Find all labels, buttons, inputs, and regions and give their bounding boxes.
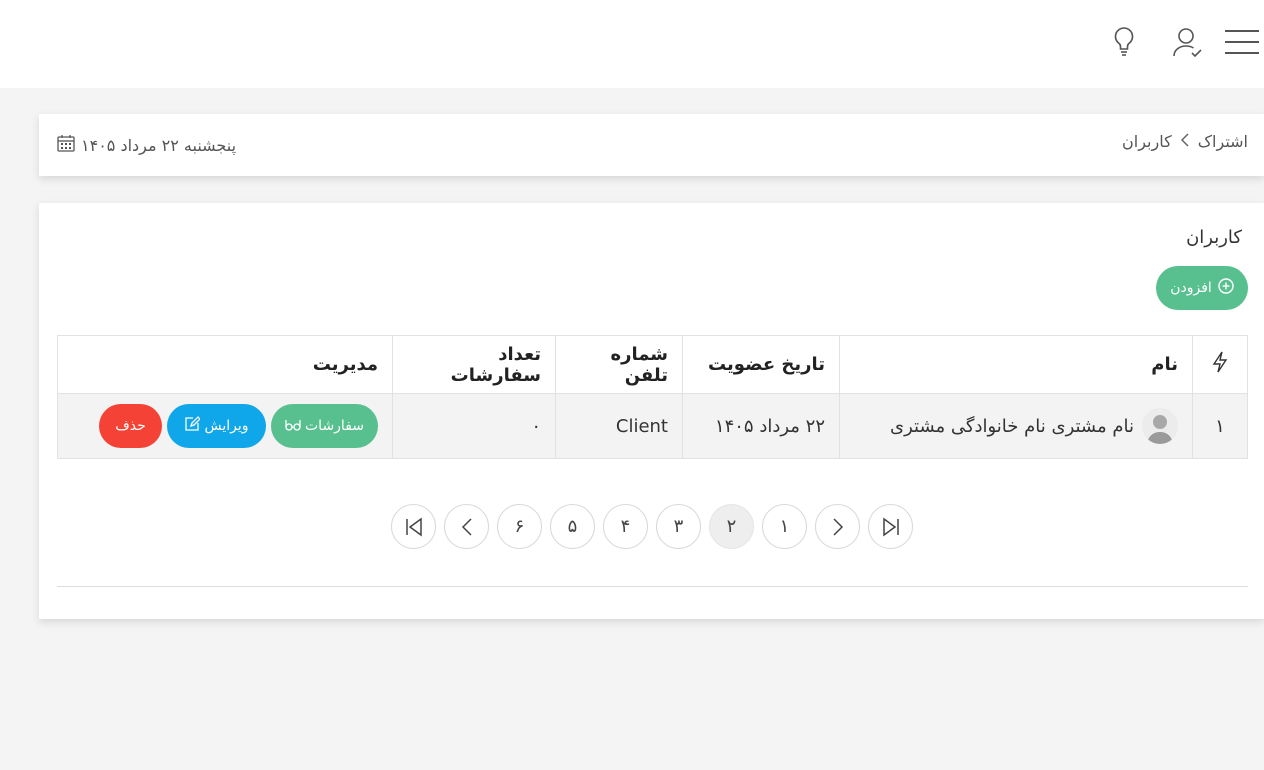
chevron-left-icon [1180,132,1190,151]
row-index: ۱ [1192,393,1248,459]
page-button-2-active[interactable]: ۲ [709,504,754,549]
add-button[interactable]: افزودن [1156,266,1248,310]
menu-icon[interactable] [1222,22,1262,62]
delete-button[interactable]: حذف [99,404,162,448]
bolt-icon [1212,351,1228,378]
header-join-date[interactable]: تاریخ عضویت [682,335,840,394]
header-index [1192,335,1248,394]
page-button-1[interactable]: ۱ [762,504,807,549]
panel-title: کاربران [1186,227,1242,248]
page-next-button[interactable] [815,504,860,549]
calendar-icon [57,134,75,156]
header-name[interactable]: نام [839,335,1193,394]
page-button-3[interactable]: ۳ [656,504,701,549]
breadcrumb: اشتراک کاربران [1122,132,1248,151]
row-orders-count: ۰ [392,393,556,459]
page-button-6[interactable]: ۶ [497,504,542,549]
row-phone: Client [555,393,683,459]
avatar [1142,408,1178,444]
page-prev-button[interactable] [444,504,489,549]
plus-circle-icon [1218,278,1234,298]
user-check-icon[interactable] [1168,22,1208,62]
top-bar [0,0,1264,88]
breadcrumb-current: کاربران [1122,132,1172,151]
page-first-button[interactable] [391,504,436,549]
users-table: نام تاریخ عضویت شماره تلفن تعداد سفارشات… [57,335,1248,459]
breadcrumb-root[interactable]: اشتراک [1198,132,1248,151]
divider [57,586,1248,587]
row-name: نام مشتری نام خانوادگی مشتری [890,415,1134,437]
header-orders-count[interactable]: تعداد سفارشات [392,335,556,394]
orders-button[interactable]: سفارشات [271,404,378,448]
table-header-row: نام تاریخ عضویت شماره تلفن تعداد سفارشات… [57,335,1248,394]
breadcrumb-card: اشتراک کاربران پنجشنبه ۲۲ مرداد ۱۴۰۵ [39,114,1264,176]
date-display: پنجشنبه ۲۲ مرداد ۱۴۰۵ [57,134,236,156]
users-panel: کاربران افزودن نام تاریخ عضویت شماره تلف… [39,203,1264,619]
edit-button-label: ویرایش [204,418,249,434]
orders-button-label: سفارشات [305,418,365,434]
glasses-icon [285,417,301,435]
pagination: ۶ ۵ ۴ ۳ ۲ ۱ [391,504,913,549]
row-join-date: ۲۲ مرداد ۱۴۰۵ [682,393,840,459]
header-phone[interactable]: شماره تلفن [555,335,683,394]
edit-icon [184,416,202,436]
header-manage: مدیریت [57,335,393,394]
page-button-4[interactable]: ۴ [603,504,648,549]
row-name-cell: نام مشتری نام خانوادگی مشتری [839,393,1193,459]
table-row: ۱ نام مشتری نام خانوادگی مشتری ۲۲ مرداد … [57,393,1248,459]
date-text: پنجشنبه ۲۲ مرداد ۱۴۰۵ [81,135,237,155]
edit-button[interactable]: ویرایش [167,404,266,448]
page-button-5[interactable]: ۵ [550,504,595,549]
add-button-label: افزودن [1170,280,1212,296]
lightbulb-icon[interactable] [1104,22,1144,62]
row-actions: سفارشات ویرایش حذف [57,393,393,459]
page-last-button[interactable] [868,504,913,549]
